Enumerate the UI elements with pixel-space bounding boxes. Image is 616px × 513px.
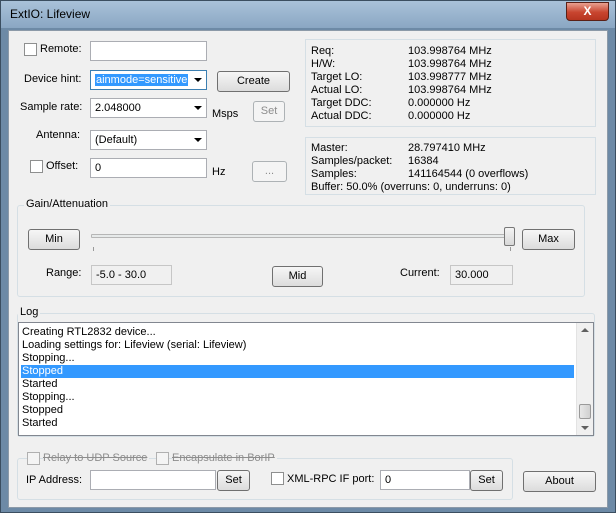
stream-value: 28.797410 MHz — [408, 142, 486, 154]
gain-slider-tick — [510, 247, 511, 251]
remote-checkbox[interactable] — [24, 43, 37, 56]
freq-key: Req: — [311, 45, 335, 57]
device-hint-value: ainmode=sensitive — [95, 74, 189, 86]
offset-browse-button[interactable]: ... — [252, 161, 287, 182]
gain-slider[interactable] — [91, 227, 515, 253]
log-line[interactable]: Started — [21, 417, 574, 430]
freq-key: H/W: — [311, 58, 336, 70]
freq-value: 103.998764 MHz — [408, 58, 492, 70]
log-scrollbar[interactable] — [576, 323, 593, 435]
remote-label: Remote: — [40, 43, 82, 55]
xmlrpc-port-input[interactable]: 0 — [380, 470, 470, 490]
gain-range-value: -5.0 - 30.0 — [91, 265, 172, 285]
freq-key: Target LO: — [311, 71, 363, 83]
log-line[interactable]: Stopped — [21, 365, 574, 378]
gain-min-button[interactable]: Min — [28, 229, 80, 250]
chevron-down-icon — [194, 106, 202, 110]
encapsulate-borip-label: Encapsulate in BorIP — [172, 452, 277, 464]
antenna-combo[interactable]: (Default) — [90, 130, 207, 150]
sample-rate-set-button[interactable]: Set — [253, 101, 285, 122]
ip-set-button[interactable]: Set — [217, 470, 250, 491]
log-label: Log — [18, 306, 41, 318]
freq-value: 0.000000 Hz — [408, 110, 471, 122]
offset-label: Offset: — [46, 160, 79, 172]
close-icon: X — [583, 4, 592, 18]
antenna-value: (Default) — [95, 134, 138, 146]
device-hint-label: Device hint: — [24, 73, 82, 85]
extio-window: ExtIO: Lifeview X Remote: Device hint: a… — [0, 0, 616, 513]
freq-key: Actual LO: — [311, 84, 363, 96]
log-scrollbar-thumb[interactable] — [579, 404, 591, 419]
log-listbox[interactable]: Creating RTL2832 device... Loading settin… — [18, 322, 594, 436]
stream-value: 141164544 (0 overflows) — [408, 168, 529, 180]
stream-key: Samples: — [311, 168, 357, 180]
chevron-down-icon — [194, 138, 202, 142]
log-line[interactable]: Loading settings for: Lifeview (serial: … — [21, 339, 574, 352]
ip-address-label: IP Address: — [26, 474, 83, 486]
gain-max-button[interactable]: Max — [522, 229, 575, 250]
relay-udp-checkbox[interactable] — [27, 452, 40, 465]
xmlrpc-set-button[interactable]: Set — [470, 470, 503, 491]
freq-key: Target DDC: — [311, 97, 372, 109]
ip-address-input[interactable] — [90, 470, 216, 490]
gain-slider-track — [91, 234, 515, 238]
about-button[interactable]: About — [523, 471, 596, 492]
gain-slider-tick — [93, 247, 94, 251]
stream-key: Samples/packet: — [311, 155, 393, 167]
log-line[interactable]: Stopping... — [21, 391, 574, 404]
gain-group-label: Gain/Attenuation — [24, 198, 110, 210]
offset-input[interactable]: 0 — [90, 158, 207, 178]
gain-slider-thumb[interactable] — [504, 227, 515, 246]
buffer-status: Buffer: 50.0% (overruns: 0, underruns: 0… — [311, 181, 511, 193]
device-hint-combo[interactable]: ainmode=sensitive — [90, 70, 207, 90]
close-button[interactable]: X — [566, 2, 609, 21]
gain-mid-button[interactable]: Mid — [272, 266, 323, 287]
stream-value: 16384 — [408, 155, 439, 167]
window-title: ExtIO: Lifeview — [10, 7, 91, 21]
stream-key: Master: — [311, 142, 348, 154]
gain-current-label: Current: — [400, 267, 440, 279]
freq-value: 103.998764 MHz — [408, 45, 492, 57]
freq-key: Actual DDC: — [311, 110, 372, 122]
xmlrpc-checkbox[interactable] — [271, 472, 284, 485]
create-button[interactable]: Create — [217, 71, 290, 92]
chevron-down-icon — [194, 78, 202, 82]
freq-value: 103.998764 MHz — [408, 84, 492, 96]
remote-input[interactable] — [90, 41, 207, 61]
log-line[interactable]: Stopping... — [21, 352, 574, 365]
sample-rate-label: Sample rate: — [20, 101, 83, 113]
sample-rate-unit: Msps — [212, 108, 239, 120]
freq-value: 103.998777 MHz — [408, 71, 492, 83]
relay-udp-label: Relay to UDP Source — [43, 452, 150, 464]
log-line[interactable]: Started — [21, 378, 574, 391]
scroll-up-icon[interactable] — [581, 328, 589, 332]
sample-rate-value: 2.048000 — [95, 102, 141, 114]
freq-value: 0.000000 Hz — [408, 97, 471, 109]
antenna-label: Antenna: — [36, 129, 81, 141]
sample-rate-combo[interactable]: 2.048000 — [90, 98, 207, 118]
gain-range-label: Range: — [46, 267, 82, 279]
scroll-down-icon[interactable] — [581, 426, 589, 430]
encapsulate-borip-checkbox[interactable] — [156, 452, 169, 465]
offset-checkbox[interactable] — [30, 160, 43, 173]
gain-current-value: 30.000 — [450, 265, 513, 285]
log-line[interactable]: Stopped — [21, 404, 574, 417]
dialog-client: Remote: Device hint: ainmode=sensitive C… — [8, 30, 608, 508]
log-line[interactable]: Creating RTL2832 device... — [21, 326, 574, 339]
offset-unit: Hz — [212, 166, 226, 178]
xmlrpc-port-label: XML-RPC IF port: — [287, 473, 375, 485]
title-bar[interactable]: ExtIO: Lifeview X — [1, 1, 615, 28]
